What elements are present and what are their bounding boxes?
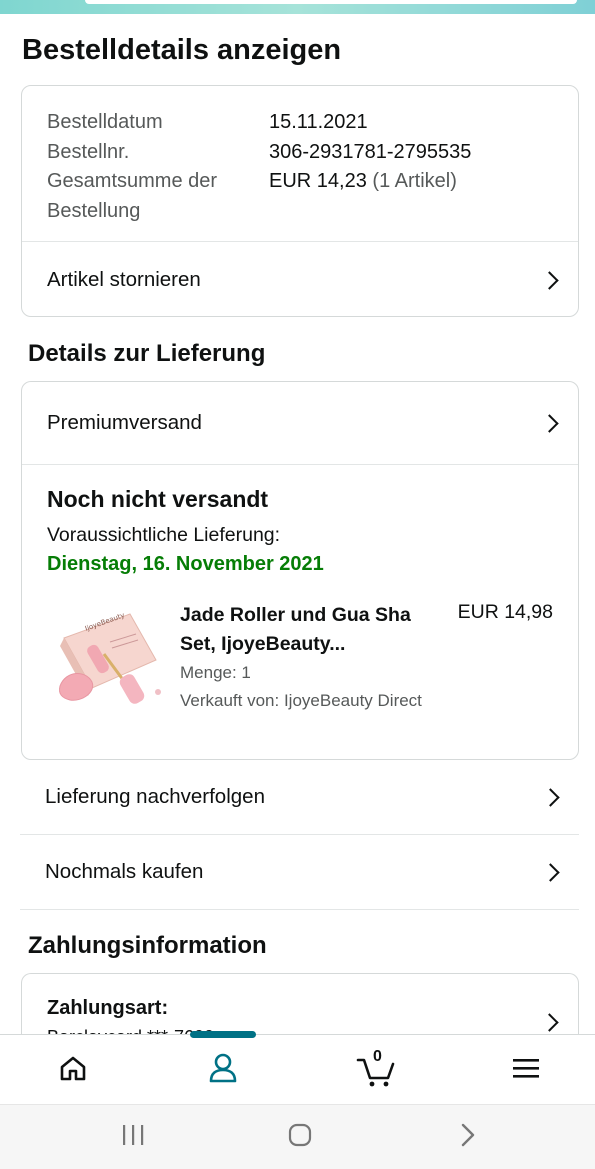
track-delivery-label: Lieferung nachverfolgen <box>45 785 265 808</box>
system-home-button[interactable] <box>270 1105 330 1169</box>
chevron-right-icon <box>540 1013 559 1032</box>
product-quantity: Menge: 1 <box>180 663 251 682</box>
order-summary-card: Bestelldatum 15.11.2021 Bestellnr. 306-2… <box>21 85 579 317</box>
order-number-row: Bestellnr. 306-2931781-2795535 <box>47 138 471 168</box>
order-total-row: Gesamtsumme der Bestellung EUR 14,23 (1 … <box>47 167 471 226</box>
order-date-value: 15.11.2021 <box>269 111 368 133</box>
eta-label: Voraussichtliche Lieferung: <box>47 524 281 546</box>
system-navigation-bar <box>0 1104 595 1169</box>
product-image[interactable]: IjoyeBeauty <box>52 604 172 712</box>
bottom-navigation: 0 <box>0 1031 595 1105</box>
card-divider <box>22 464 578 465</box>
payment-section-title: Zahlungsinformation <box>28 932 267 959</box>
payment-method-label: Zahlungsart: <box>47 997 169 1019</box>
system-back-button[interactable] <box>438 1105 498 1169</box>
nav-cart-button[interactable]: 0 <box>336 1035 416 1105</box>
home-circle-icon <box>287 1122 313 1153</box>
order-date-row: Bestelldatum 15.11.2021 <box>47 108 471 138</box>
order-date-label: Bestelldatum <box>47 111 163 133</box>
product-title-link[interactable]: Jade Roller und Gua Sha Set, IjoyeBeauty… <box>180 601 430 659</box>
buy-again-button[interactable]: Nochmals kaufen <box>20 835 579 909</box>
nav-account-button[interactable] <box>183 1035 263 1105</box>
delivery-section-title: Details zur Lieferung <box>28 340 266 367</box>
back-chevron-icon <box>458 1122 478 1153</box>
order-total-label-line1: Gesamtsumme der <box>47 170 218 192</box>
row-divider <box>20 909 579 910</box>
shipment-status: Noch nicht versandt <box>47 486 269 512</box>
eta-date: Dienstag, 16. November 2021 <box>47 553 324 575</box>
home-icon <box>58 1053 88 1088</box>
nav-home-button[interactable] <box>33 1035 113 1105</box>
cancel-items-label: Artikel stornieren <box>47 268 201 291</box>
order-summary-grid: Bestelldatum 15.11.2021 Bestellnr. 306-2… <box>47 108 471 226</box>
header-strip <box>0 0 595 14</box>
shipping-method-label: Premiumversand <box>47 411 202 434</box>
user-icon <box>206 1051 240 1090</box>
cancel-items-button[interactable]: Artikel stornieren <box>22 242 578 316</box>
track-delivery-button[interactable]: Lieferung nachverfolgen <box>20 760 579 834</box>
order-number-value: 306-2931781-2795535 <box>269 140 472 163</box>
cart-count-badge: 0 <box>373 1048 382 1065</box>
page-title: Bestelldetails anzeigen <box>22 34 342 66</box>
order-total-label: Gesamtsumme der Bestellung <box>47 167 269 226</box>
cart-icon: 0 <box>356 1048 396 1088</box>
hamburger-menu-icon <box>511 1056 541 1085</box>
order-total-value: EUR 14,23 (1 Artikel) <box>269 167 457 226</box>
shipping-method-button[interactable]: Premiumversand <box>22 382 578 464</box>
recent-apps-icon <box>120 1123 146 1152</box>
nav-menu-button[interactable] <box>486 1035 566 1105</box>
order-total-label-line2: Bestellung <box>47 199 141 222</box>
delivery-card: Premiumversand Noch nicht versandt Vorau… <box>21 381 579 760</box>
product-price: EUR 14,98 <box>457 601 553 623</box>
buy-again-label: Nochmals kaufen <box>45 860 204 883</box>
product-seller: Verkauft von: IjoyeBeauty Direct <box>180 691 422 710</box>
order-total-amount: EUR 14,23 <box>269 170 367 192</box>
recent-apps-button[interactable] <box>103 1105 163 1169</box>
search-bar-edge[interactable] <box>85 0 577 4</box>
order-item-count: (1 Artikel) <box>372 170 457 192</box>
order-number-label: Bestellnr. <box>47 140 130 163</box>
